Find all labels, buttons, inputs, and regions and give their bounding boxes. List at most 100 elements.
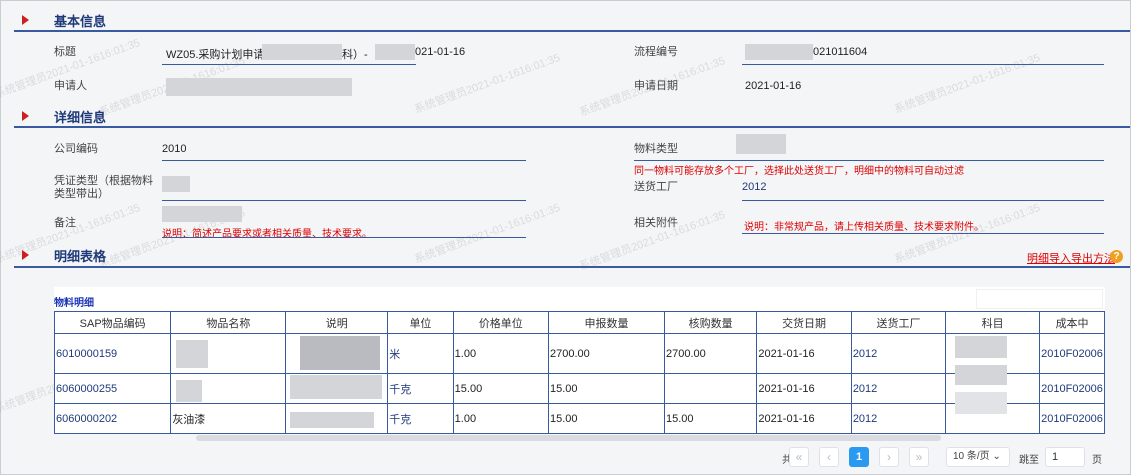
process-no-label: 流程编号	[634, 46, 678, 58]
apply-date-value: 2021-01-16	[745, 80, 802, 92]
redacted-block	[955, 336, 1007, 358]
price-unit-cell: 1.00	[452, 333, 549, 374]
material-type-label: 物料类型	[634, 143, 678, 155]
redacted-block	[166, 78, 352, 96]
column-header: 申报数量	[547, 311, 665, 334]
table-row[interactable]: 6010000159 米 1.00 2700.00 2700.00 2021-0…	[54, 333, 1105, 374]
page-unit-label: 页	[1092, 455, 1102, 466]
table-row[interactable]: 6060000255 千克 15.00 15.00 2021-01-16 201…	[54, 373, 1105, 404]
section-title: 详细信息	[54, 109, 107, 125]
approved-qty-cell: 15.00	[663, 403, 758, 434]
column-header: 单位	[387, 311, 454, 334]
cost-center-cell: 2010F02006	[1039, 373, 1105, 404]
first-page-button[interactable]: «	[789, 447, 809, 467]
field-underline	[162, 237, 526, 238]
page-size-value: 10 条/页	[953, 451, 990, 462]
column-header: 物品名称	[170, 311, 287, 334]
section-detail-info: 详细信息	[22, 106, 106, 126]
redacted-block	[955, 392, 1007, 414]
goto-label: 跳至	[1019, 455, 1039, 466]
field-underline	[742, 64, 1104, 65]
section-basic-info: 基本信息	[22, 10, 106, 30]
sap-code-cell[interactable]: 6060000255	[54, 373, 172, 404]
voucher-type-label: 凭证类型（根据物料类型带出）	[54, 175, 153, 200]
redacted-block	[375, 44, 415, 60]
title-value-b: 科）-	[342, 49, 368, 61]
section-divider	[14, 126, 1130, 128]
redacted-block	[162, 176, 190, 192]
table-viewport: SAP物品编码 物品名称 说明 单位 价格单位 申报数量 核购数量 交货日期 送…	[54, 311, 1105, 443]
redacted-block	[955, 365, 1007, 385]
field-underline	[162, 200, 526, 201]
material-table: SAP物品编码 物品名称 说明 单位 价格单位 申报数量 核购数量 交货日期 送…	[54, 311, 1105, 434]
attachment-label: 相关附件	[634, 217, 678, 229]
section-divider	[14, 30, 1130, 32]
column-header: 交货日期	[756, 311, 852, 334]
material-detail-subtitle: 物料明细	[54, 298, 94, 309]
price-unit-cell: 1.00	[452, 403, 549, 434]
table-header-area	[54, 287, 1105, 311]
redacted-block	[736, 134, 786, 154]
unit-cell: 千克	[387, 403, 454, 434]
redacted-block	[290, 375, 382, 399]
prev-page-button[interactable]: ‹	[819, 447, 839, 467]
field-underline	[634, 160, 1104, 161]
last-page-button[interactable]: »	[909, 447, 929, 467]
material-type-note: 同一物料可能存放多个工厂，选择此处送货工厂，明细中的物料可自动过滤	[634, 166, 964, 177]
redacted-block	[262, 44, 342, 60]
redacted-block	[745, 44, 813, 60]
plant-cell: 2012	[850, 373, 947, 404]
column-header: 科目	[945, 311, 1041, 334]
sap-code-cell[interactable]: 6010000159	[54, 333, 172, 374]
price-unit-cell: 15.00	[452, 373, 549, 404]
title-value-a: WZ05.采购计划申请（	[166, 49, 276, 61]
column-header: 价格单位	[452, 311, 549, 334]
page-size-select[interactable]: 10 条/页 ⌄	[946, 447, 1010, 467]
column-header: 核购数量	[663, 311, 758, 334]
next-page-button[interactable]: ›	[879, 447, 899, 467]
sap-code-cell[interactable]: 6060000202	[54, 403, 172, 434]
redacted-block	[176, 340, 208, 368]
plant-cell: 2012	[850, 333, 947, 374]
applicant-label: 申请人	[54, 80, 87, 92]
section-triangle-icon	[22, 15, 29, 25]
apply-date-label: 申请日期	[634, 80, 678, 92]
redacted-block	[176, 380, 202, 402]
help-icon[interactable]: ?	[1110, 250, 1123, 263]
declared-qty-cell: 2700.00	[547, 333, 665, 374]
goto-page-input[interactable]: 1	[1045, 447, 1085, 467]
plant-cell: 2012	[850, 403, 947, 434]
section-table: 明细表格	[22, 245, 106, 265]
cost-center-cell: 2010F02006	[1039, 333, 1105, 374]
title-label: 标题	[54, 46, 76, 58]
unit-cell: 米	[387, 333, 454, 374]
redacted-block	[162, 206, 242, 222]
declared-qty-cell: 15.00	[547, 403, 665, 434]
field-underline	[742, 200, 1104, 201]
field-underline	[162, 64, 416, 65]
delivery-plant-value[interactable]: 2012	[742, 181, 766, 193]
cost-center-cell: 2010F02006	[1039, 403, 1105, 434]
section-triangle-icon	[22, 111, 29, 121]
attachment-note: 说明：非常规产品，请上传相关质量、技术要求附件。	[744, 222, 984, 233]
column-header: 说明	[285, 311, 389, 334]
approved-qty-cell	[663, 373, 758, 404]
table-row[interactable]: 6060000202 灰油漆 千克 1.00 15.00 15.00 2021-…	[54, 403, 1105, 434]
table-horizontal-scrollbar[interactable]	[196, 435, 941, 441]
company-code-label: 公司编码	[54, 143, 98, 155]
chevron-down-icon: ⌄	[992, 451, 1001, 462]
redacted-block	[290, 412, 374, 428]
section-triangle-icon	[22, 250, 29, 260]
toolbar-box	[976, 289, 1103, 309]
column-header: 送货工厂	[850, 311, 947, 334]
column-header: 成本中	[1039, 311, 1105, 334]
title-value-c: 021-01-16	[415, 46, 466, 58]
import-export-help-link[interactable]: 明细导入导出方法	[1027, 250, 1115, 266]
redacted-block	[300, 336, 380, 370]
pagination: « ‹ 1 › »	[789, 447, 939, 467]
page-1-button[interactable]: 1	[849, 447, 869, 467]
declared-qty-cell: 15.00	[547, 373, 665, 404]
field-underline	[162, 160, 526, 161]
remark-label: 备注	[54, 217, 76, 229]
section-title: 明细表格	[54, 248, 107, 264]
